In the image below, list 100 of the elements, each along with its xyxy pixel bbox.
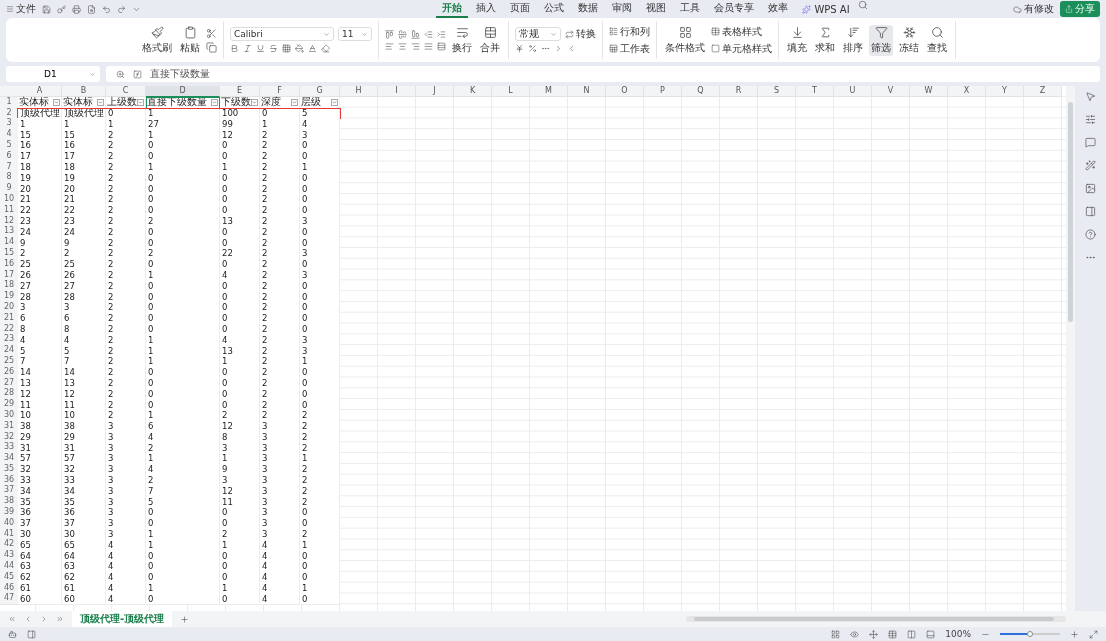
column-header[interactable]: W: [910, 86, 948, 97]
column-header[interactable]: M: [530, 86, 568, 97]
underline-icon[interactable]: [256, 44, 265, 53]
column-header[interactable]: S: [758, 86, 796, 97]
ribbon-tab[interactable]: 页面: [504, 0, 537, 18]
align-middle-icon[interactable]: [398, 29, 407, 39]
decrease-decimal-icon[interactable]: [567, 44, 576, 53]
horizontal-scrollbar[interactable]: [686, 616, 1066, 622]
normal-view-icon[interactable]: [888, 629, 898, 639]
column-header[interactable]: R: [720, 86, 758, 97]
ai-button[interactable]: WPS AI: [796, 0, 856, 18]
paste-button[interactable]: 粘贴: [178, 24, 202, 56]
column-header[interactable]: C: [106, 86, 146, 97]
ribbon-tab[interactable]: 会员专享: [708, 0, 761, 18]
column-header[interactable]: Q: [682, 86, 720, 97]
convert-button[interactable]: 转换: [565, 27, 596, 41]
increase-decimal-icon[interactable]: [554, 44, 563, 53]
percent-icon[interactable]: [528, 44, 537, 53]
last-sheet-icon[interactable]: [56, 615, 64, 623]
ribbon-tab[interactable]: 数据: [572, 0, 605, 18]
ribbon-tool-button[interactable]: 筛选: [869, 24, 893, 56]
strikethrough-icon[interactable]: [269, 44, 278, 53]
image-icon[interactable]: [1085, 183, 1096, 194]
filter-dropdown-button[interactable]: [331, 98, 338, 106]
page-layout-icon[interactable]: [926, 629, 936, 639]
zoom-level[interactable]: 100%: [945, 629, 971, 639]
macro-icon[interactable]: [8, 629, 17, 639]
ribbon-tab[interactable]: 工具: [674, 0, 707, 18]
align-top-icon[interactable]: [385, 29, 394, 39]
column-header[interactable]: J: [416, 86, 454, 97]
number-format-select[interactable]: 常规: [515, 27, 561, 41]
column-header[interactable]: T: [796, 86, 834, 97]
first-sheet-icon[interactable]: [8, 615, 16, 623]
modified-status[interactable]: 有修改: [1013, 2, 1054, 16]
column-header[interactable]: K: [454, 86, 492, 97]
align-left-icon[interactable]: [385, 41, 394, 51]
ribbon-tab[interactable]: 视图: [640, 0, 673, 18]
column-header[interactable]: X: [948, 86, 986, 97]
save-icon[interactable]: [42, 4, 51, 14]
merge-button[interactable]: 合并: [478, 24, 502, 56]
filter-dropdown-button[interactable]: [137, 98, 144, 106]
ribbon-tab[interactable]: 效率: [762, 0, 795, 18]
bold-icon[interactable]: [230, 44, 239, 53]
undo-icon[interactable]: [102, 4, 111, 14]
redo-icon[interactable]: [117, 4, 126, 14]
print-preview-icon[interactable]: [87, 4, 96, 14]
thousands-icon[interactable]: [541, 44, 550, 53]
file-menu[interactable]: 文件: [6, 2, 36, 16]
currency-icon[interactable]: [515, 44, 524, 53]
ribbon-tool-button[interactable]: 排序: [841, 24, 865, 56]
ribbon-tab[interactable]: 审阅: [606, 0, 639, 18]
column-header[interactable]: B: [62, 86, 106, 97]
cell-style-button[interactable]: 单元格样式: [711, 41, 772, 56]
formula-field[interactable]: 直接下级数量: [106, 66, 1100, 82]
column-header[interactable]: L: [492, 86, 530, 97]
worksheet-button[interactable]: 工作表: [609, 41, 650, 56]
justify-icon[interactable]: [424, 41, 433, 51]
column-header[interactable]: N: [568, 86, 606, 97]
font-size-select[interactable]: 11: [338, 27, 372, 41]
eraser-icon[interactable]: [321, 44, 330, 53]
print-icon[interactable]: [72, 4, 81, 14]
fill-color-icon[interactable]: [295, 44, 304, 53]
vertical-scrollbar[interactable]: [1066, 86, 1075, 611]
column-header[interactable]: H: [340, 86, 378, 97]
column-header[interactable]: V: [872, 86, 910, 97]
align-right-icon[interactable]: [411, 41, 420, 51]
copy-icon[interactable]: [206, 41, 217, 53]
font-name-select[interactable]: Calibri: [230, 27, 334, 41]
next-sheet-icon[interactable]: [40, 615, 48, 623]
move-icon[interactable]: [869, 629, 879, 639]
distribute-icon[interactable]: [437, 41, 446, 51]
column-header[interactable]: F: [260, 86, 300, 97]
font-color-icon[interactable]: [308, 44, 317, 53]
page-break-icon[interactable]: [907, 629, 917, 639]
wand-icon[interactable]: [1085, 160, 1096, 171]
italic-icon[interactable]: [243, 44, 252, 53]
format-painter-button[interactable]: 格式刷: [140, 24, 174, 56]
rows-columns-button[interactable]: 行和列: [609, 24, 650, 39]
table-style-button[interactable]: 表格样式: [711, 24, 772, 39]
ribbon-tab[interactable]: 公式: [538, 0, 571, 18]
border-icon[interactable]: [282, 44, 291, 53]
fullscreen-icon[interactable]: [1089, 629, 1098, 639]
share-button[interactable]: 分享: [1060, 1, 1100, 17]
zoom-slider-handle[interactable]: [1027, 631, 1033, 637]
filter-dropdown-button[interactable]: [291, 98, 298, 106]
column-header[interactable]: O: [606, 86, 644, 97]
column-header[interactable]: G: [300, 86, 340, 97]
cut-icon[interactable]: [206, 27, 217, 39]
sheet-view-icon[interactable]: [831, 629, 841, 639]
indent-decrease-icon[interactable]: [424, 29, 433, 39]
panel-toggle-icon[interactable]: [27, 629, 36, 639]
panel-icon[interactable]: [1085, 206, 1096, 217]
filter-dropdown-button[interactable]: [251, 98, 258, 106]
help-icon[interactable]: [1085, 229, 1096, 240]
column-header[interactable]: Z: [1024, 86, 1062, 97]
column-header[interactable]: A: [18, 86, 62, 97]
zoom-in-icon[interactable]: [1070, 629, 1079, 639]
ribbon-tool-button[interactable]: 求和: [813, 24, 837, 56]
column-header[interactable]: Y: [986, 86, 1024, 97]
filter-dropdown-button[interactable]: [97, 98, 104, 106]
